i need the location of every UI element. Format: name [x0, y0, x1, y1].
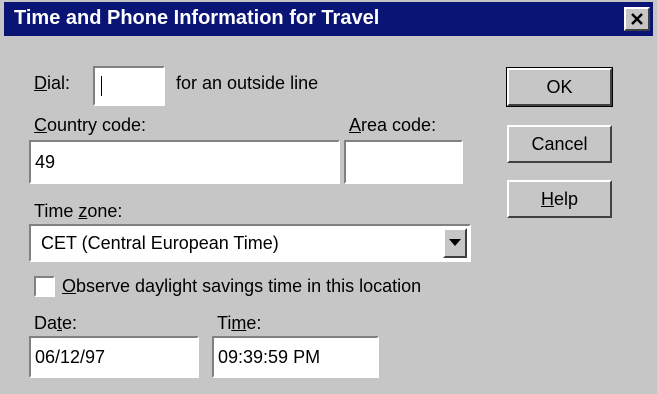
- dropdown-arrow-icon: [449, 239, 461, 246]
- window-title: Time and Phone Information for Travel: [14, 7, 380, 29]
- dial-label: Dial:: [34, 73, 71, 93]
- dropdown-button[interactable]: [443, 228, 467, 258]
- text-cursor: [101, 76, 102, 96]
- title-bar: Time and Phone Information for Travel: [4, 2, 653, 36]
- help-button[interactable]: Help: [507, 180, 612, 218]
- country-code-input[interactable]: 49: [29, 140, 340, 184]
- close-button[interactable]: [624, 7, 650, 31]
- time-input[interactable]: 09:39:59 PM: [212, 336, 379, 378]
- daylight-checkbox[interactable]: [34, 276, 55, 297]
- time-zone-label: Time zone:: [34, 201, 123, 221]
- ok-button[interactable]: OK: [506, 67, 613, 107]
- dial-input[interactable]: [93, 66, 165, 106]
- travel-info-dialog: Time and Phone Information for Travel Di…: [0, 0, 657, 394]
- time-label: Time:: [217, 313, 262, 333]
- country-code-label: Country code:: [34, 115, 147, 135]
- date-input[interactable]: 06/12/97: [29, 336, 199, 378]
- time-zone-select[interactable]: CET (Central European Time): [29, 224, 471, 262]
- dial-suffix-text: for an outside line: [176, 73, 319, 93]
- area-code-input[interactable]: [344, 140, 463, 184]
- daylight-label: Observe daylight savings time in this lo…: [62, 276, 422, 296]
- close-icon: [631, 13, 643, 25]
- date-label: Date:: [34, 313, 78, 333]
- area-code-label: Area code:: [349, 115, 437, 135]
- cancel-button[interactable]: Cancel: [507, 125, 612, 163]
- time-zone-value: CET (Central European Time): [41, 232, 279, 253]
